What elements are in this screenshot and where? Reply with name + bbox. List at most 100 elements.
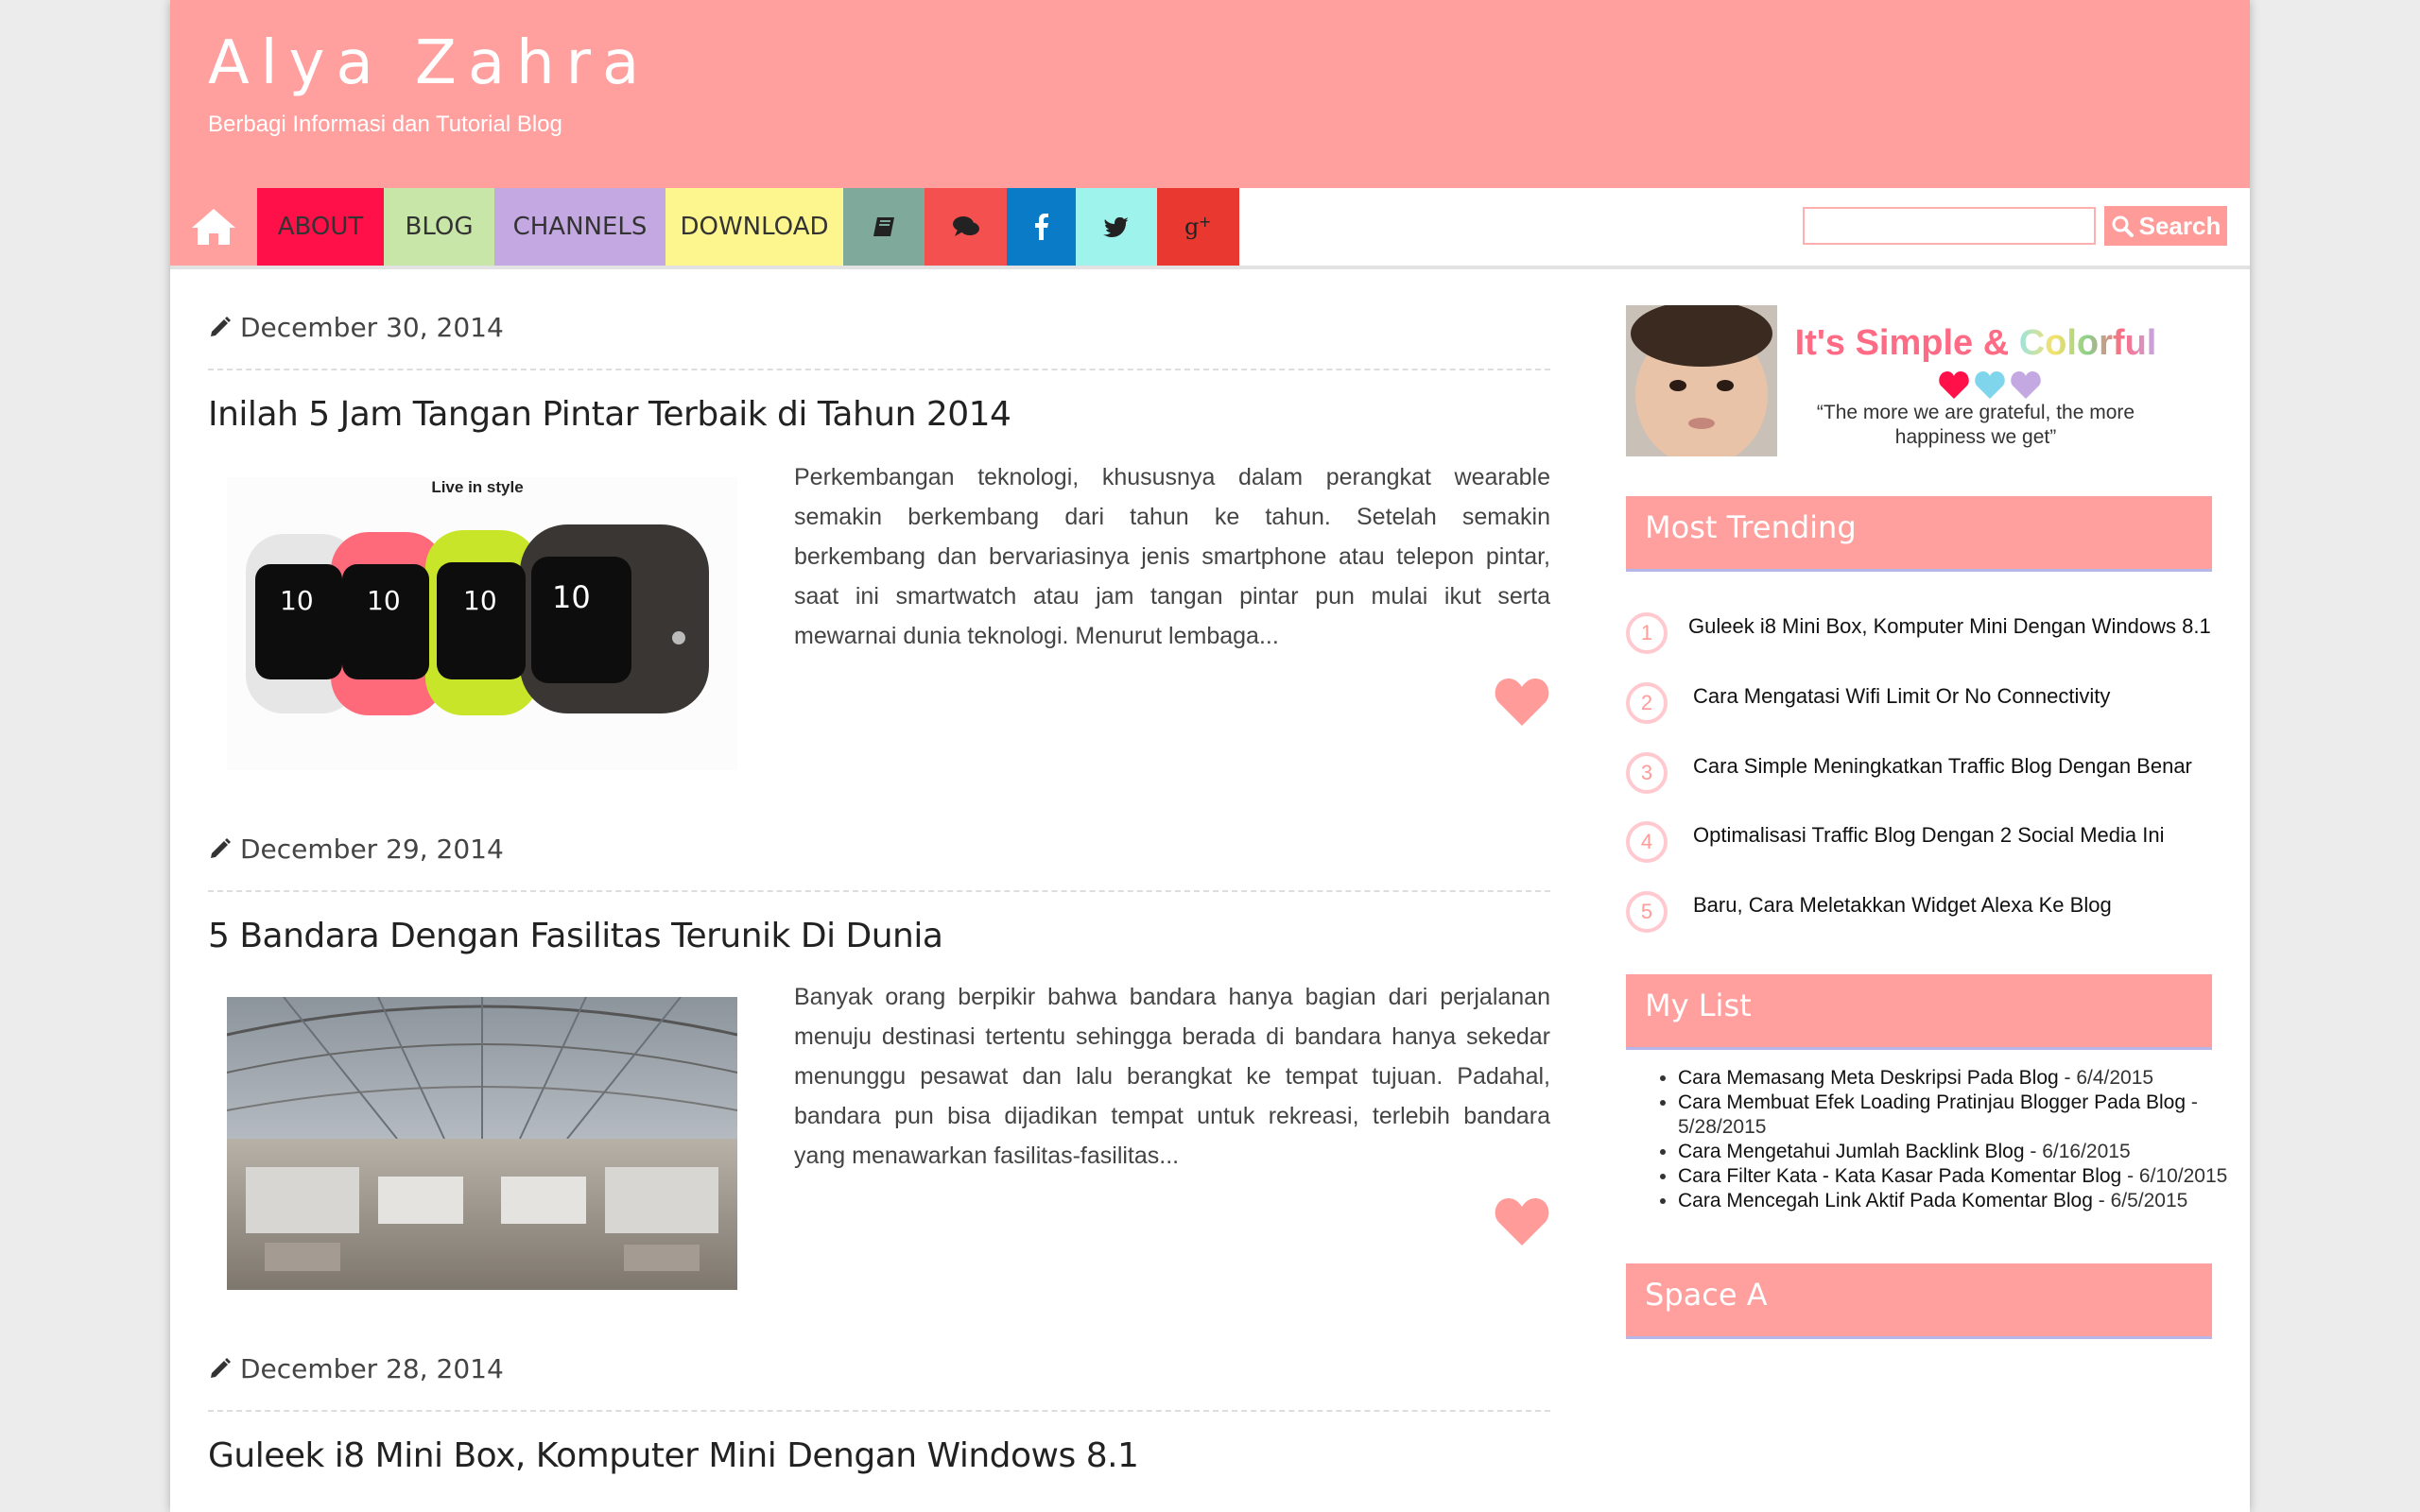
- nav-channels[interactable]: CHANNELS: [494, 188, 666, 266]
- nav-about[interactable]: ABOUT: [257, 188, 384, 266]
- nav-book[interactable]: [843, 188, 925, 266]
- space-a-widget-title: Space A: [1645, 1277, 1768, 1313]
- post-divider: [208, 890, 1550, 892]
- space-a-widget-header: Space A: [1626, 1263, 2212, 1339]
- trending-link[interactable]: Cara Simple Meningkatkan Traffic Blog De…: [1693, 754, 2192, 779]
- list-item: 4 Optimalisasi Traffic Blog Dengan 2 Soc…: [1626, 817, 2212, 874]
- google-plus-icon: g +: [1184, 214, 1211, 240]
- mylist-widget-title: My List: [1645, 988, 1752, 1023]
- post-title[interactable]: Guleek i8 Mini Box, Komputer Mini Dengan…: [208, 1436, 1139, 1475]
- profile-photo: [1626, 305, 1777, 456]
- post-date: December 30, 2014: [208, 308, 504, 346]
- nav-about-label: ABOUT: [277, 213, 364, 241]
- page-wrapper: Alya Zahra Berbagi Informasi dan Tutoria…: [170, 0, 2250, 1512]
- hearts-decoration: [1939, 371, 2041, 399]
- post-excerpt: Perkembangan teknologi, khususnya dalam …: [794, 464, 1550, 649]
- mylist-date: - 6/10/2015: [2121, 1165, 2228, 1187]
- svg-text:+: +: [1199, 214, 1211, 231]
- watch-face-time: 10: [463, 585, 497, 616]
- quote-text: “The more we are grateful, the more happ…: [1816, 402, 2135, 448]
- list-item: Cara Mengetahui Jumlah Backlink Blog - 6…: [1678, 1140, 2250, 1164]
- rank-badge: 2: [1626, 682, 1668, 724]
- list-item: Cara Membuat Efek Loading Pratinjau Blog…: [1678, 1091, 2250, 1140]
- pencil-icon: [211, 838, 231, 858]
- post-thumbnail[interactable]: Live in style 10 10 10 10: [227, 477, 737, 770]
- search-button[interactable]: Search: [2104, 206, 2227, 246]
- nav-download[interactable]: DOWNLOAD: [666, 188, 843, 266]
- trending-widget-title: Most Trending: [1645, 509, 1857, 545]
- watch-face-time: 10: [367, 585, 401, 616]
- heart-icon[interactable]: [1495, 677, 1549, 726]
- list-item: Cara Mencegah Link Aktif Pada Komentar B…: [1678, 1189, 2250, 1213]
- home-icon: [192, 209, 235, 245]
- nav-home[interactable]: [170, 188, 257, 266]
- tagline-heading: It's Simple & Colorful: [1787, 323, 2165, 364]
- mylist-date: - 6/4/2015: [2058, 1067, 2154, 1089]
- trending-link[interactable]: Guleek i8 Mini Box, Komputer Mini Dengan…: [1688, 614, 2211, 639]
- mylist: Cara Memasang Meta Deskripsi Pada Blog -…: [1631, 1066, 2250, 1213]
- rank-badge: 4: [1626, 821, 1668, 863]
- smartwatch-image: Live in style 10 10 10 10: [227, 477, 737, 770]
- post-divider: [208, 1410, 1550, 1412]
- post-date: December 29, 2014: [208, 830, 504, 868]
- post-excerpt: Banyak orang berpikir bahwa bandara hany…: [794, 984, 1550, 1169]
- trending-widget-header: Most Trending: [1626, 496, 2212, 572]
- image-caption: Live in style: [431, 478, 523, 496]
- heart-icon[interactable]: [1495, 1196, 1549, 1246]
- post-title[interactable]: 5 Bandara Dengan Fasilitas Terunik Di Du…: [208, 917, 943, 955]
- book-icon: [873, 217, 894, 236]
- nav-download-label: DOWNLOAD: [680, 213, 829, 241]
- post-date-text: December 30, 2014: [240, 311, 504, 343]
- tagline-part2: Colorful: [2018, 323, 2157, 363]
- list-item: 3 Cara Simple Meningkatkan Traffic Blog …: [1626, 748, 2212, 805]
- comments-icon: [952, 216, 979, 236]
- trending-link[interactable]: Baru, Cara Meletakkan Widget Alexa Ke Bl…: [1693, 893, 2112, 918]
- site-description: Berbagi Informasi dan Tutorial Blog: [208, 112, 562, 137]
- nav-twitter[interactable]: [1076, 188, 1157, 266]
- rank-badge: 1: [1626, 612, 1668, 654]
- airport-image: [227, 997, 737, 1290]
- post-date: December 28, 2014: [208, 1349, 504, 1387]
- rank-badge: 5: [1626, 891, 1668, 933]
- search-icon: [2112, 215, 2134, 237]
- mylist-link[interactable]: Cara Membuat Efek Loading Pratinjau Blog…: [1678, 1091, 2186, 1113]
- list-item: 5 Baru, Cara Meletakkan Widget Alexa Ke …: [1626, 887, 2212, 944]
- search-button-label: Search: [2138, 211, 2221, 240]
- mylist-link[interactable]: Cara Mengetahui Jumlah Backlink Blog: [1678, 1141, 2025, 1162]
- facebook-icon: [1034, 214, 1048, 240]
- trending-link[interactable]: Cara Mengatasi Wifi Limit Or No Connecti…: [1693, 684, 2110, 709]
- pencil-icon: [211, 1358, 231, 1378]
- nav-blog[interactable]: BLOG: [384, 188, 494, 266]
- list-item: Cara Filter Kata - Kata Kasar Pada Komen…: [1678, 1164, 2250, 1189]
- pencil-icon: [211, 317, 231, 336]
- post-divider: [208, 369, 1550, 370]
- twitter-icon: [1103, 217, 1129, 237]
- mylist-date: - 6/5/2015: [2092, 1190, 2188, 1211]
- mylist-link[interactable]: Cara Memasang Meta Deskripsi Pada Blog: [1678, 1067, 2059, 1089]
- mylist-date: - 6/16/2015: [2024, 1141, 2131, 1162]
- search-input[interactable]: [1803, 207, 2096, 245]
- mylist-link[interactable]: Cara Mencegah Link Aktif Pada Komentar B…: [1678, 1190, 2093, 1211]
- nav-channels-label: CHANNELS: [512, 213, 648, 241]
- post-thumbnail[interactable]: [227, 997, 737, 1290]
- watch-face-time: 10: [552, 579, 591, 615]
- mylist-link[interactable]: Cara Filter Kata - Kata Kasar Pada Komen…: [1678, 1165, 2121, 1187]
- watch-face-time: 10: [280, 585, 314, 616]
- nav-blog-label: BLOG: [405, 213, 474, 241]
- list-item: Cara Memasang Meta Deskripsi Pada Blog -…: [1678, 1066, 2250, 1091]
- post-date-text: December 29, 2014: [240, 833, 504, 865]
- nav-facebook[interactable]: [1007, 188, 1076, 266]
- mylist-widget-header: My List: [1626, 974, 2212, 1050]
- trending-link[interactable]: Optimalisasi Traffic Blog Dengan 2 Socia…: [1693, 823, 2165, 848]
- nav-google-plus[interactable]: g +: [1157, 188, 1239, 266]
- nav-comments[interactable]: [925, 188, 1007, 266]
- site-header: Alya Zahra Berbagi Informasi dan Tutoria…: [170, 0, 2250, 188]
- post-title[interactable]: Inilah 5 Jam Tangan Pintar Terbaik di Ta…: [208, 395, 1011, 434]
- list-item: 2 Cara Mengatasi Wifi Limit Or No Connec…: [1626, 679, 2212, 735]
- post-date-text: December 28, 2014: [240, 1352, 504, 1384]
- list-item: 1 Guleek i8 Mini Box, Komputer Mini Deng…: [1626, 609, 2212, 665]
- site-title[interactable]: Alya Zahra: [208, 28, 650, 98]
- tagline-part1: It's Simple &: [1794, 323, 2019, 363]
- svg-text:g: g: [1184, 214, 1199, 240]
- rank-badge: 3: [1626, 752, 1668, 794]
